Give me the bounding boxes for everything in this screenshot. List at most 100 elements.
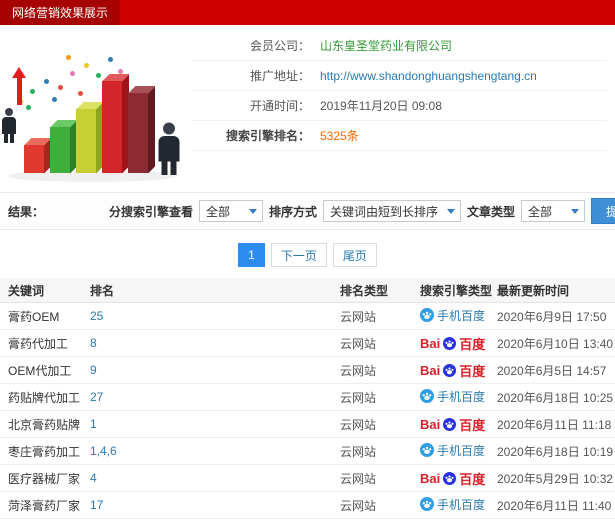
updated-cell: 2020年6月5日 14:57 [497, 363, 607, 378]
keyword-cell: 医疗器械厂家 [8, 471, 81, 486]
engine-filter-label: 分搜索引擎查看 [108, 204, 193, 219]
growth-arrow-icon [12, 67, 26, 105]
promo-url-link[interactable]: http://www.shandonghuangshengtang.cn [320, 69, 537, 83]
baidu-logo: Bai 百度 [420, 334, 485, 353]
bar-chart-bar [128, 93, 148, 173]
engine-type-cell: 手机百度 Bai 百度 [420, 307, 497, 326]
engine-type-cell: 手机百度 Bai 百度 [420, 388, 497, 407]
baidu-paw-icon [443, 363, 457, 377]
baidu-logo: Bai 百度 [420, 415, 485, 434]
table-row: 菏泽膏药厂家 17 云网站 手机百度 Bai [0, 492, 615, 519]
bar-chart-bar [102, 81, 122, 173]
account-info-rows: 会员公司： 山东皇圣堂药业有限公司 推广地址： http://www.shand… [192, 25, 615, 187]
engine-type-cell: 手机百度 Bai 百度 [420, 469, 497, 488]
page-title: 网络营销效果展示 [0, 0, 121, 25]
chevron-down-icon [570, 208, 579, 214]
company-row: 会员公司： 山东皇圣堂药业有限公司 [192, 31, 607, 61]
sort-order-value: 关键词由短到长排序 [329, 204, 438, 219]
article-type-select[interactable]: 全部 [520, 200, 585, 222]
table-row: 北京膏药贴牌 1 云网站 手机百度 Bai [0, 411, 615, 438]
mobile-baidu-badge: 手机百度 [420, 496, 485, 513]
baidu-cn-label: 百度 [459, 471, 486, 487]
engine-type-cell: 手机百度 Bai 百度 [420, 361, 497, 380]
results-table: 关键词 排名 排名类型 搜索引擎类型 最新更新时间 膏药OEM 25 云网站 手… [0, 278, 615, 519]
rank-cell: 27 [90, 390, 104, 404]
bar-chart-bar [50, 127, 70, 173]
rank-cell: 1,4,6 [90, 444, 117, 458]
baidu-paw-icon [443, 336, 457, 350]
rank-cell: 4 [90, 471, 97, 485]
bar-chart-bar [76, 109, 96, 173]
last-page-button[interactable]: 尾页 [332, 243, 377, 267]
filter-controls: 分搜索引擎查看 全部 排序方式 关键词由短到长排序 文章类型 全部 提交 [109, 198, 615, 224]
mobile-baidu-icon [420, 308, 434, 323]
company-label: 会员公司： [249, 39, 310, 53]
engine-rank-count: 5325 [320, 128, 347, 143]
baidu-logo: Bai 百度 [420, 361, 485, 380]
mobile-baidu-label: 手机百度 [437, 389, 486, 404]
submit-button[interactable]: 提交 [590, 198, 615, 224]
mobile-baidu-badge: 手机百度 [420, 307, 485, 324]
rank-cell: 9 [90, 363, 97, 377]
table-row: OEM代加工 9 云网站 手机百度 Bai [0, 357, 615, 384]
rank-cell: 25 [90, 309, 104, 323]
result-label: 结果： [8, 204, 45, 219]
open-time-value: 2019年11月20日 09:08 [320, 99, 442, 113]
keyword-cell: 膏药OEM [8, 309, 60, 324]
keyword-cell: 膏药代加工 [8, 336, 69, 351]
engine-type-cell: 手机百度 Bai 百度 [420, 334, 497, 353]
open-time-label: 开通时间： [249, 99, 310, 113]
updated-cell: 2020年6月11日 11:40 [497, 498, 612, 513]
pagination: 1 下一页 尾页 [0, 243, 615, 267]
mobile-baidu-icon [420, 497, 434, 512]
mobile-baidu-label: 手机百度 [437, 443, 486, 458]
article-type-value: 全部 [527, 204, 552, 219]
sort-order-select[interactable]: 关键词由短到长排序 [322, 200, 461, 222]
baidu-cn-label: 百度 [459, 336, 486, 352]
account-info-section: 会员公司： 山东皇圣堂药业有限公司 推广地址： http://www.shand… [0, 25, 615, 187]
mobile-baidu-label: 手机百度 [437, 497, 486, 512]
rank-type-cell: 云网站 [340, 417, 377, 432]
rank-type-cell: 云网站 [340, 390, 377, 405]
header-updated: 最新更新时间 [497, 283, 570, 298]
keyword-cell: 枣庄膏药加工 [8, 444, 81, 459]
businessman-figure [158, 122, 180, 175]
filter-bar: 结果： 分搜索引擎查看 全部 排序方式 关键词由短到长排序 文章类型 全部 提交 [0, 192, 615, 230]
bar-chart-bar [24, 145, 44, 173]
rank-type-cell: 云网站 [340, 309, 377, 324]
baidu-wordmark: Bai [420, 416, 441, 432]
baidu-paw-icon [443, 471, 457, 485]
chevron-down-icon [446, 208, 455, 214]
header-keyword: 关键词 [8, 283, 45, 298]
url-label: 推广地址： [249, 69, 310, 83]
keyword-cell: 北京膏药贴牌 [8, 417, 81, 432]
baidu-paw-icon [443, 417, 457, 431]
keyword-cell: OEM代加工 [8, 363, 72, 378]
engine-rank-unit: 条 [346, 129, 359, 143]
businessman-figure [2, 108, 16, 143]
page-1-button[interactable]: 1 [238, 243, 265, 267]
article-type-label: 文章类型 [466, 204, 515, 219]
keyword-cell: 菏泽膏药厂家 [8, 498, 81, 513]
table-row: 枣庄膏药加工 1,4,6 云网站 手机百度 Bai [0, 438, 615, 465]
header-rank-type: 排名类型 [340, 283, 389, 298]
engine-type-cell: 手机百度 Bai 百度 [420, 496, 497, 515]
engine-type-cell: 手机百度 Bai 百度 [420, 442, 497, 461]
next-page-button[interactable]: 下一页 [270, 243, 327, 267]
updated-cell: 2020年6月18日 10:19 [497, 444, 614, 459]
updated-cell: 2020年6月18日 10:25 [497, 390, 614, 405]
rank-type-cell: 云网站 [340, 444, 377, 459]
open-time-row: 开通时间： 2019年11月20日 09:08 [192, 91, 607, 121]
table-row: 膏药OEM 25 云网站 手机百度 Bai [0, 303, 615, 330]
mobile-baidu-icon [420, 389, 434, 404]
engine-filter-select[interactable]: 全部 [198, 200, 263, 222]
engine-rank-label: 搜索引擎排名： [225, 129, 310, 143]
rank-cell: 17 [90, 498, 104, 512]
promo-url-row: 推广地址： http://www.shandonghuangshengtang.… [192, 61, 607, 91]
mobile-baidu-label: 手机百度 [437, 308, 486, 323]
marketing-illustration [0, 25, 192, 187]
table-body: 膏药OEM 25 云网站 手机百度 Bai [0, 303, 615, 519]
engine-filter-value: 全部 [205, 204, 230, 219]
mobile-baidu-badge: 手机百度 [420, 388, 485, 405]
top-header-bar: 网络营销效果展示 [0, 0, 615, 25]
